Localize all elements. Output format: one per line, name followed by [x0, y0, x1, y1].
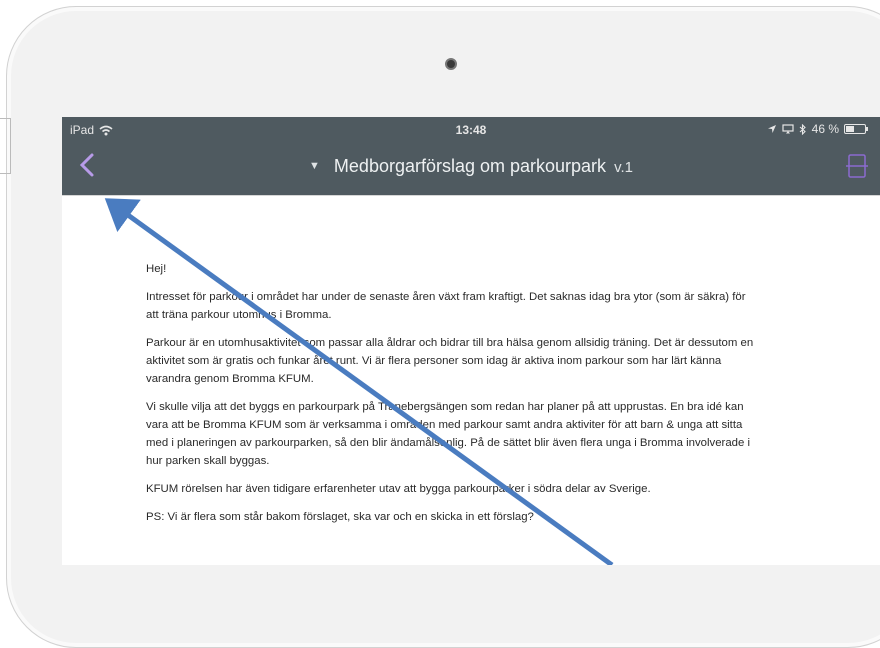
doc-paragraph: Hej!	[146, 263, 167, 275]
status-bar: iPad 13:48 46 %	[62, 117, 880, 143]
nav-bar: ▼ Medborgarförslag om parkourpark v.1	[62, 143, 880, 195]
doc-paragraph: Parkour är en utomhusaktivitet som passa…	[146, 337, 754, 385]
battery-fill	[846, 126, 854, 132]
document-icon	[846, 154, 868, 178]
document-version: v.1	[614, 159, 633, 176]
status-right: 46 %	[767, 122, 868, 136]
document-title-bar[interactable]: ▼ Medborgarförslag om parkourpark v.1	[62, 156, 880, 177]
frame-edge-mark	[0, 118, 11, 174]
screen-mirror-icon	[782, 124, 794, 134]
ipad-screen: iPad 13:48 46 % ▼ Medborgarförslag om pa…	[62, 117, 880, 565]
location-arrow-icon	[767, 125, 776, 133]
dropdown-caret-icon: ▼	[309, 160, 320, 172]
doc-paragraph: PS: Vi är flera som står bakom förslaget…	[146, 511, 534, 523]
app-header: iPad 13:48 46 % ▼ Medborgarförslag om pa…	[62, 117, 880, 195]
battery-percent: 46 %	[811, 122, 839, 136]
document-title: Medborgarförslag om parkourpark	[333, 156, 607, 176]
doc-paragraph: KFUM rörelsen har även tidigare erfarenh…	[146, 483, 651, 495]
status-time: 13:48	[455, 123, 487, 137]
doc-paragraph: Vi skulle vilja att det byggs en parkour…	[146, 401, 751, 467]
document-page: Hej! Intresset för parkour i området har…	[62, 195, 880, 565]
document-body: Hej! Intresset för parkour i området har…	[146, 260, 756, 536]
battery-icon	[844, 124, 868, 134]
document-options-button[interactable]	[846, 153, 868, 179]
camera-icon	[445, 58, 457, 70]
doc-paragraph: Intresset för parkour i området har unde…	[146, 291, 746, 321]
bluetooth-icon	[799, 123, 806, 135]
